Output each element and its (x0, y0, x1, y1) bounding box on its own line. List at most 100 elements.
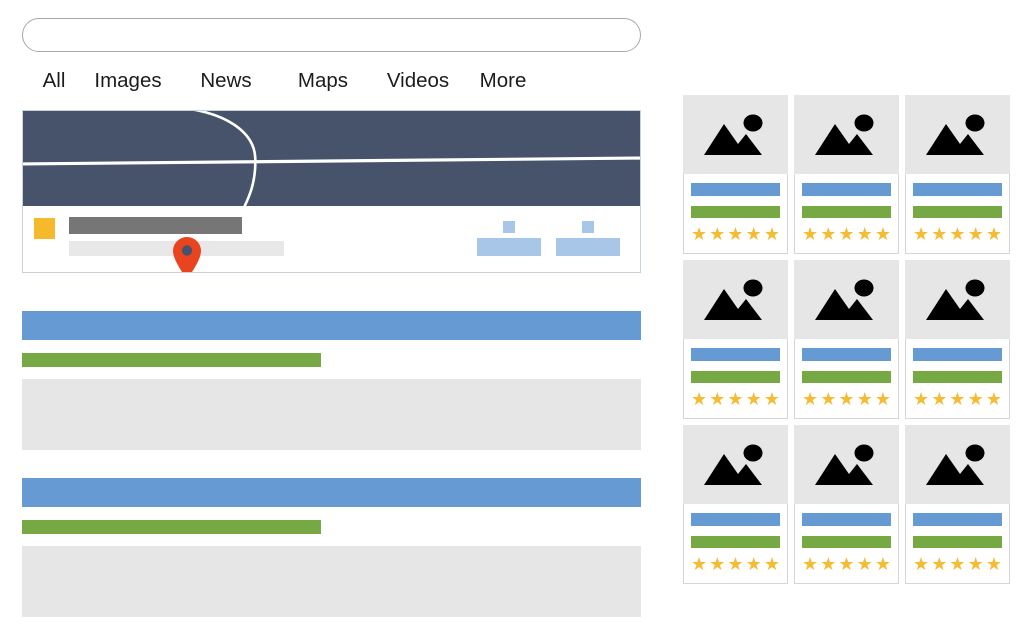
product-meta: ★ ★ ★ ★ ★ (683, 504, 788, 584)
product-card[interactable]: ★ ★ ★ ★ ★ (683, 425, 788, 584)
star-icon: ★ (913, 554, 930, 574)
product-title (802, 183, 891, 196)
product-title (913, 513, 1002, 526)
product-rating: ★ ★ ★ ★ ★ (913, 390, 1002, 408)
product-card[interactable]: ★ ★ ★ ★ ★ (794, 425, 899, 584)
image-placeholder-icon (905, 425, 1010, 504)
product-rating: ★ ★ ★ ★ ★ (913, 225, 1002, 243)
star-icon: ★ (967, 224, 984, 244)
product-rating: ★ ★ ★ ★ ★ (691, 555, 780, 573)
star-icon: ★ (874, 554, 891, 574)
product-meta: ★ ★ ★ ★ ★ (905, 339, 1010, 419)
product-rating: ★ ★ ★ ★ ★ (802, 225, 891, 243)
star-icon: ★ (874, 224, 891, 244)
product-meta: ★ ★ ★ ★ ★ (905, 504, 1010, 584)
search-result-item[interactable] (22, 478, 641, 617)
star-icon: ★ (985, 224, 1002, 244)
product-card[interactable]: ★ ★ ★ ★ ★ (905, 95, 1010, 254)
star-icon: ★ (763, 554, 780, 574)
star-icon: ★ (820, 554, 837, 574)
map-result-card[interactable] (22, 110, 641, 273)
tab-images[interactable]: Images (78, 70, 178, 92)
product-title (802, 513, 891, 526)
image-placeholder-icon (794, 260, 899, 339)
place-thumbnail (34, 218, 55, 239)
star-icon: ★ (967, 389, 984, 409)
star-icon: ★ (820, 389, 837, 409)
product-price (691, 536, 780, 548)
product-meta: ★ ★ ★ ★ ★ (794, 339, 899, 419)
product-card[interactable]: ★ ★ ★ ★ ★ (905, 425, 1010, 584)
star-icon: ★ (691, 389, 708, 409)
star-icon: ★ (838, 554, 855, 574)
product-title (802, 348, 891, 361)
place-title (69, 217, 242, 234)
product-card[interactable]: ★ ★ ★ ★ ★ (683, 95, 788, 254)
share-icon (582, 221, 594, 233)
map-road-horizontal (23, 156, 640, 166)
map-action-directions[interactable] (477, 221, 541, 261)
star-icon: ★ (745, 389, 762, 409)
product-grid: ★ ★ ★ ★ ★ ★ ★ ★ ★ ★ ★ ★ ★ ★ ★ ★ ★ ★ ★ ★ ★ ★ ★ ★ ★ ★ ★ ★ ★ ★ ★ ★ ★ ★ ★ ★ ★ ★ ★ ★… (683, 95, 1010, 584)
product-title (913, 348, 1002, 361)
star-icon: ★ (985, 554, 1002, 574)
star-icon: ★ (802, 554, 819, 574)
product-rating: ★ ★ ★ ★ ★ (802, 555, 891, 573)
star-icon: ★ (745, 224, 762, 244)
product-rating: ★ ★ ★ ★ ★ (802, 390, 891, 408)
product-meta: ★ ★ ★ ★ ★ (683, 174, 788, 254)
product-title (691, 513, 780, 526)
result-title[interactable] (22, 478, 641, 507)
search-input[interactable] (22, 18, 641, 52)
star-icon: ★ (727, 224, 744, 244)
tab-more[interactable]: More (464, 70, 542, 92)
product-rating: ★ ★ ★ ★ ★ (913, 555, 1002, 573)
star-icon: ★ (967, 554, 984, 574)
product-meta: ★ ★ ★ ★ ★ (794, 504, 899, 584)
image-placeholder-icon (794, 425, 899, 504)
map-info-row (23, 207, 640, 272)
image-placeholder-icon (794, 95, 899, 174)
image-placeholder-icon (683, 425, 788, 504)
result-title[interactable] (22, 311, 641, 340)
star-icon: ★ (745, 554, 762, 574)
product-card[interactable]: ★ ★ ★ ★ ★ (794, 260, 899, 419)
image-placeholder-icon (683, 95, 788, 174)
image-placeholder-icon (905, 260, 1010, 339)
tab-maps[interactable]: Maps (274, 70, 372, 92)
image-placeholder-icon (905, 95, 1010, 174)
star-icon: ★ (985, 389, 1002, 409)
tab-all[interactable]: All (30, 70, 78, 92)
star-icon: ★ (709, 554, 726, 574)
result-snippet (22, 379, 641, 450)
map-action-share[interactable] (556, 221, 620, 261)
star-icon: ★ (802, 224, 819, 244)
star-icon: ★ (727, 389, 744, 409)
star-icon: ★ (856, 224, 873, 244)
tab-news[interactable]: News (178, 70, 274, 92)
star-icon: ★ (763, 224, 780, 244)
star-icon: ★ (802, 389, 819, 409)
product-rating: ★ ★ ★ ★ ★ (691, 225, 780, 243)
product-price (691, 371, 780, 383)
product-price (802, 371, 891, 383)
search-result-item[interactable] (22, 311, 641, 450)
image-placeholder-icon (683, 260, 788, 339)
map-pin-icon[interactable] (171, 235, 203, 272)
product-price (913, 536, 1002, 548)
product-card[interactable]: ★ ★ ★ ★ ★ (905, 260, 1010, 419)
product-meta: ★ ★ ★ ★ ★ (794, 174, 899, 254)
star-icon: ★ (691, 554, 708, 574)
product-title (691, 183, 780, 196)
product-card[interactable]: ★ ★ ★ ★ ★ (683, 260, 788, 419)
star-icon: ★ (763, 389, 780, 409)
product-meta: ★ ★ ★ ★ ★ (905, 174, 1010, 254)
star-icon: ★ (709, 224, 726, 244)
result-snippet (22, 546, 641, 617)
product-card[interactable]: ★ ★ ★ ★ ★ (794, 95, 899, 254)
star-icon: ★ (874, 389, 891, 409)
tab-videos[interactable]: Videos (372, 70, 464, 92)
result-url (22, 353, 321, 367)
map-canvas[interactable] (23, 111, 640, 206)
product-meta: ★ ★ ★ ★ ★ (683, 339, 788, 419)
